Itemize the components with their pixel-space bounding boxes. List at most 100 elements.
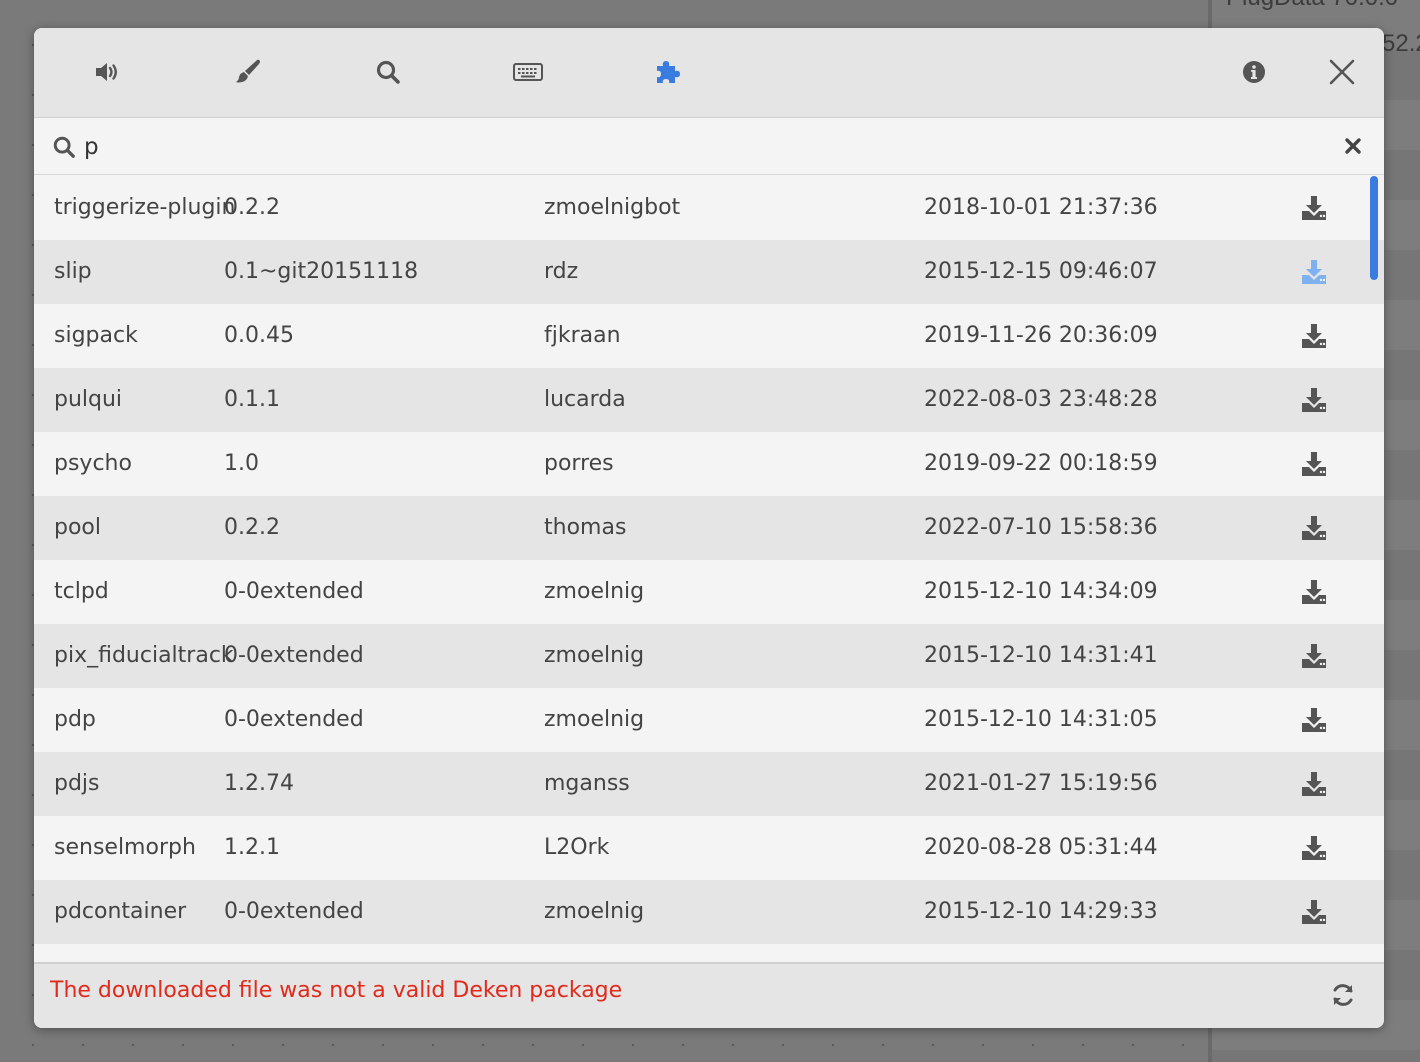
background-sidebar-number: 52.2 [1382,30,1420,57]
package-author: mganss [544,771,630,796]
package-row[interactable]: pdcontainer 0-0extended zmoelnig 2015-12-10… [34,880,1384,944]
settings-dialog: triggerize-plugin0.2.2zmoelnigbot2018-10… [34,28,1384,1028]
download-icon[interactable] [1300,514,1328,542]
package-list: triggerize-plugin 0.2.2 zmoelnigbot 2018-10… [34,176,1384,962]
tab-externals[interactable] [648,52,688,92]
package-date: 2015-12-15 09:46:07 [924,259,1158,284]
package-version: 0-0extended [224,643,364,668]
package-version: 0.2.2 [224,195,280,220]
scrollbar-thumb[interactable] [1370,176,1378,280]
tab-themes[interactable] [228,52,268,92]
refresh-icon[interactable] [1330,982,1356,1008]
package-search-input[interactable] [84,127,1324,167]
download-icon[interactable] [1300,770,1328,798]
package-author: zmoelnig [544,579,645,604]
download-icon[interactable] [1300,578,1328,606]
package-name: triggerize-plugin [54,195,236,220]
tab-search-paths[interactable] [368,52,408,92]
package-row[interactable]: sigpack 0.0.45 fjkraan 2019-11-26 20:36:09 [34,304,1384,368]
package-row[interactable]: psycho 1.0 porres 2019-09-22 00:18:59 [34,432,1384,496]
package-version: 1.2.74 [224,771,294,796]
package-author: fjkraan [544,323,621,348]
status-footer: The downloaded file was not a valid Deke… [34,962,1384,1028]
package-version: 0.0.45 [224,323,294,348]
package-row[interactable]: pdp 0-0extended zmoelnig 2015-12-10 14:31:0… [34,688,1384,752]
package-author: lucarda [544,387,626,412]
package-row[interactable]: pdjs 1.2.74 mganss 2021-01-27 15:19:56 [34,752,1384,816]
download-icon[interactable] [1300,258,1328,286]
package-author: zmoelnigbot [544,195,681,220]
package-version: 0.1.1 [224,387,280,412]
package-date: 2019-11-26 20:36:09 [924,323,1158,348]
package-author: zmoelnig [544,643,645,668]
download-icon[interactable] [1300,450,1328,478]
download-icon[interactable] [1300,386,1328,414]
close-icon [1329,59,1355,85]
tab-shortcuts[interactable] [508,52,548,92]
package-row[interactable]: pix_fiducialtrack 0-0extended zmoelnig 2015… [34,624,1384,688]
package-search-bar [34,119,1384,175]
package-author: L2Ork [544,835,610,860]
package-date: 2021-01-27 15:19:56 [924,771,1158,796]
package-version: 0.1~git20151118 [224,259,419,284]
package-version: 0.2.2 [224,515,280,540]
download-icon[interactable] [1300,898,1328,926]
status-message: The downloaded file was not a valid Deke… [50,978,623,1003]
package-name: psycho [54,451,132,476]
package-name: slip [54,259,92,284]
package-version: 0-0extended [224,899,364,924]
download-icon[interactable] [1300,834,1328,862]
package-name: pulqui [54,387,123,412]
paintbrush-icon [236,59,260,83]
package-date: 2015-12-10 14:34:09 [924,579,1158,604]
package-date: 2015-12-10 14:29:33 [924,899,1158,924]
package-name: sigpack [54,323,138,348]
search-icon [53,136,75,158]
package-name: pdcontainer [54,899,187,924]
package-date: 2020-08-28 05:31:44 [924,835,1158,860]
keyboard-icon [513,63,543,81]
package-list-scrollbar[interactable] [1368,176,1380,962]
package-author: thomas [544,515,627,540]
package-row[interactable]: slip 0.1~git20151118 rdz 2015-12-15 09:46:0… [34,240,1384,304]
package-date: 2015-12-10 14:31:41 [924,643,1158,668]
puzzle-icon [657,61,680,83]
package-version: 1.0 [224,451,259,476]
tab-audio[interactable] [88,52,128,92]
package-row[interactable]: pool 0.2.2 thomas 2022-07-10 15:58:36 [34,496,1384,560]
info-button[interactable] [1234,52,1274,92]
package-name: pdp [54,707,96,732]
package-name: pix_fiducialtrack [54,643,234,668]
package-row[interactable]: tclpd 0-0extended zmoelnig 2015-12-10 14:34… [34,560,1384,624]
package-version: 0-0extended [224,707,364,732]
close-button[interactable] [1322,52,1362,92]
package-version: 0-0extended [224,579,364,604]
package-date: 2015-12-10 14:31:05 [924,707,1158,732]
package-row[interactable]: pulqui 0.1.1 lucarda 2022-08-03 23:48:28 [34,368,1384,432]
package-version: 1.2.1 [224,835,280,860]
search-icon [376,60,400,84]
package-author: zmoelnig [544,899,645,924]
package-name: senselmorph [54,835,196,860]
download-icon[interactable] [1300,706,1328,734]
download-icon[interactable] [1300,642,1328,670]
package-date: 2022-07-10 15:58:36 [924,515,1158,540]
background-sidebar-title: PlugData 70.0.0 [1226,0,1398,12]
settings-toolbar [34,28,1384,118]
package-date: 2019-09-22 00:18:59 [924,451,1158,476]
download-icon[interactable] [1300,194,1328,222]
package-author: porres [544,451,614,476]
info-icon [1243,61,1265,83]
package-date: 2022-08-03 23:48:28 [924,387,1158,412]
package-row[interactable]: senselmorph 1.2.1 L2Ork 2020-08-28 05:31:44 [34,816,1384,880]
package-author: zmoelnig [544,707,645,732]
package-row[interactable]: triggerize-plugin 0.2.2 zmoelnigbot 2018-10… [34,176,1384,240]
download-icon[interactable] [1300,322,1328,350]
speaker-icon [96,63,117,81]
clear-search-icon[interactable] [1344,137,1362,155]
package-name: pool [54,515,101,540]
package-name: pdjs [54,771,100,796]
package-name: tclpd [54,579,109,604]
package-author: rdz [544,259,579,284]
package-date: 2018-10-01 21:37:36 [924,195,1158,220]
